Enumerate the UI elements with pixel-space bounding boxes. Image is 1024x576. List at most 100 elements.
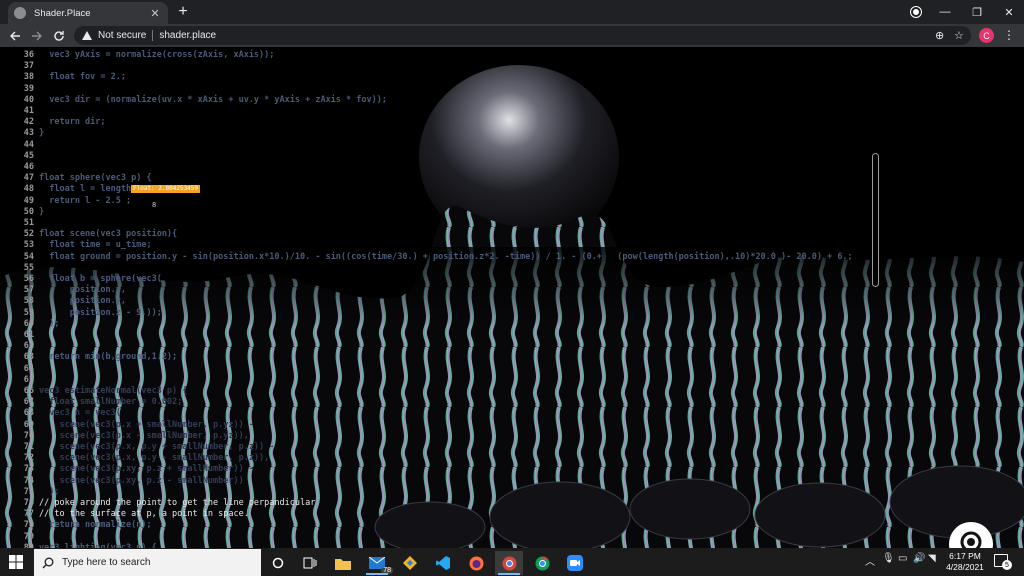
chrome-profile-button[interactable] (495, 551, 523, 575)
windows-start-icon[interactable] (9, 555, 23, 569)
line-code-text[interactable]: position.z - 9.)); (39, 308, 162, 318)
line-number: 76 (23, 498, 34, 508)
line-number: 65 (23, 374, 34, 385)
code-editor[interactable]: 36 vec3 yAxis = normalize(cross(zAxis, x… (0, 47, 1024, 548)
diamond-app-icon (403, 556, 417, 570)
line-code-text[interactable]: scene(vec3(p.xy, p.z + smallNumber)) - (39, 464, 253, 474)
line-code-text[interactable]: return normalize(n); (39, 520, 151, 530)
line-number: 51 (23, 218, 34, 228)
line-code-text[interactable]: vec3 estimateNormal(vec3 p) { (39, 386, 187, 396)
microphone-icon[interactable]: 🎙 (882, 553, 895, 564)
menu-kebab-icon[interactable]: ⋮ (1003, 28, 1015, 42)
sourcetree-button[interactable] (396, 551, 424, 575)
active-indicator (366, 573, 388, 575)
volume-icon[interactable]: 🔊 (913, 553, 925, 564)
system-clock[interactable]: 6:17 PM 4/28/2021 (940, 551, 990, 573)
editor-scrollbar[interactable] (872, 153, 879, 287)
security-label[interactable]: Not secure (98, 30, 146, 41)
tray-chevron-up-icon[interactable]: ︿ (865, 553, 875, 568)
line-code-text[interactable]: // poke around the point to get the line… (39, 498, 315, 508)
battery-icon[interactable]: ▭ (898, 553, 907, 564)
address-divider (152, 30, 154, 41)
vscode-button[interactable] (429, 551, 457, 575)
minimize-button[interactable]: — (930, 0, 960, 24)
search-placeholder: Type here to search (62, 557, 151, 568)
line-number: 43 (23, 128, 34, 139)
profile-avatar[interactable]: C (979, 28, 994, 43)
mail-button[interactable]: 78 (363, 551, 393, 575)
line-code-text[interactable]: float fov = 2.; (39, 72, 126, 82)
reload-button[interactable] (50, 27, 68, 45)
bookmark-star-icon[interactable]: ☆ (954, 29, 964, 42)
line-code-text[interactable]: float ground = position.y - sin(position… (39, 252, 852, 262)
firefox-button[interactable] (462, 551, 490, 575)
line-number: 79 (23, 531, 34, 542)
chrome-icon (502, 556, 516, 570)
line-number: 57 (23, 285, 34, 296)
line-code-text[interactable]: position.y, (39, 296, 126, 306)
arrow-left-icon (10, 31, 20, 41)
line-code-text[interactable]: scene(vec3(p.x - smallNumber, p.yz)), (39, 431, 248, 441)
task-view-button[interactable] (296, 551, 324, 575)
cortana-button[interactable] (264, 551, 292, 575)
text-cursor-icon: 8 (152, 201, 157, 209)
line-code-text[interactable]: } (39, 207, 44, 217)
line-code-text[interactable]: scene(vec3(p.xy, p.z - smallNumber)) (39, 476, 243, 486)
line-number: 37 (23, 61, 34, 72)
line-code-text[interactable]: scene(vec3(p.x, p.y + smallNumber, p.z))… (39, 442, 274, 452)
line-number: 56 (23, 274, 34, 284)
restore-button[interactable]: ❐ (962, 0, 992, 24)
line-code-text[interactable]: float scene(vec3 position){ (39, 229, 177, 239)
webcam-icon (960, 531, 982, 548)
tab-title: Shader.Place (34, 7, 91, 19)
file-explorer-button[interactable] (329, 551, 357, 575)
line-number: 48 (23, 184, 34, 195)
chrome-button[interactable] (528, 551, 556, 575)
forward-button[interactable] (28, 27, 46, 45)
vscode-icon (436, 556, 450, 570)
line-code-text[interactable]: } (39, 128, 44, 138)
line-number: 71 (23, 442, 34, 452)
line-code-text[interactable]: return l - 2.5 ; (39, 196, 131, 206)
tab-close-button[interactable]: ✕ (148, 7, 162, 20)
line-code-text[interactable]: position.x, (39, 285, 126, 295)
clock-time: 6:17 PM (949, 551, 981, 561)
close-window-button[interactable]: ✕ (994, 0, 1024, 24)
line-code-text[interactable]: return min(b,ground,1.2); (39, 352, 177, 362)
line-number: 77 (23, 509, 34, 520)
record-indicator-icon[interactable] (911, 7, 921, 17)
line-code-text[interactable]: ); (39, 487, 59, 497)
line-code-text[interactable]: // to the surface at p, a point in space… (39, 509, 249, 519)
line-code-text[interactable]: scene(vec3(p.x, p.y - smallNumber, p.z))… (39, 453, 269, 463)
new-tab-button[interactable]: + (174, 3, 192, 21)
cortana-icon (272, 557, 284, 569)
line-number: 60 (23, 318, 34, 329)
line-code-text[interactable]: ); (39, 319, 59, 329)
line-code-text[interactable]: vec3 dir = (normalize(uv.x * xAxis + uv.… (39, 95, 387, 105)
line-number: 61 (23, 330, 34, 340)
line-number: 66 (23, 386, 34, 396)
line-code-text[interactable]: return dir; (39, 117, 105, 127)
line-number: 53 (23, 240, 34, 251)
tab-shader-place[interactable]: Shader.Place ✕ (8, 2, 168, 24)
url-text[interactable]: shader.place (159, 30, 216, 41)
line-number: 67 (23, 397, 34, 408)
address-bar[interactable]: Not secure shader.place ⊕ ☆ (74, 26, 971, 45)
wifi-icon[interactable]: ◥ (928, 553, 936, 564)
notifications-button[interactable]: 5 (994, 554, 1012, 570)
line-code-text[interactable]: vec3 n = vec3( (39, 408, 121, 418)
line-code-text[interactable]: float sphere(vec3 p) { (39, 173, 152, 183)
line-code-text[interactable]: float smallNumber = 0.002; (39, 397, 182, 407)
line-code-text[interactable]: scene(vec3(p.x + smallNumber, p.yz)) - (39, 420, 253, 430)
line-code-text[interactable]: vec3 yAxis = normalize(cross(zAxis, xAxi… (39, 50, 274, 60)
clock-date: 4/28/2021 (946, 562, 984, 572)
line-code-text[interactable]: float b = sphere(vec3( (39, 274, 162, 284)
zoom-icon[interactable]: ⊕ (935, 29, 944, 42)
line-number: 58 (23, 296, 34, 307)
line-code-text[interactable]: float l = length (39, 184, 131, 194)
task-view-icon (303, 557, 317, 569)
line-code-text[interactable]: float time = u_time; (39, 240, 151, 250)
back-button[interactable] (6, 27, 24, 45)
taskbar-search[interactable]: Type here to search (34, 549, 261, 576)
zoom-app-button[interactable] (561, 551, 589, 575)
